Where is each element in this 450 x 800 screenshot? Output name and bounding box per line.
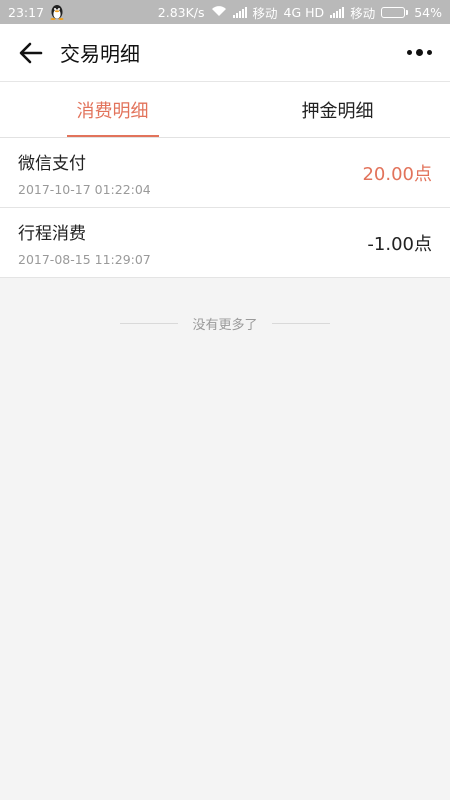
network-type: 4G HD: [283, 4, 325, 20]
page-title: 交易明细: [60, 42, 140, 66]
status-right: 2.83K/s 移动 4G HD 移动 54%: [158, 3, 442, 22]
more-dot-icon: [416, 49, 423, 56]
app-header: 交易明细: [0, 24, 450, 82]
more-dot-icon: [427, 50, 432, 55]
transaction-time: 2017-10-17 01:22:04: [18, 181, 151, 197]
arrow-left-icon: [19, 42, 43, 63]
transaction-amount: 20.00点: [362, 163, 432, 185]
wifi-icon: [211, 5, 227, 20]
end-note-text: 没有更多了: [192, 318, 258, 333]
signal-icon: [232, 6, 247, 18]
list-item-info: 微信支付 2017-10-17 01:22:04: [18, 149, 151, 197]
carrier-1: 移动: [252, 5, 278, 21]
transaction-time: 2017-08-15 11:29:07: [18, 251, 151, 267]
tab-bar: 消费明细 押金明细: [0, 82, 450, 138]
qq-penguin-icon: [50, 4, 64, 20]
carrier-2: 移动: [350, 5, 376, 21]
transaction-name: 行程消费: [18, 223, 86, 244]
status-left: 23:17: [8, 4, 64, 20]
list-item-info: 行程消费 2017-08-15 11:29:07: [18, 219, 151, 267]
list-item[interactable]: 微信支付 2017-10-17 01:22:04 20.00点: [0, 138, 450, 208]
signal-icon-2: [330, 6, 345, 18]
transaction-list: 微信支付 2017-10-17 01:22:04 20.00点 行程消费 201…: [0, 138, 450, 278]
more-dot-icon: [407, 50, 412, 55]
status-bar: 23:17 2.83K/s 移动 4G HD 移动 54%: [0, 0, 450, 24]
divider-line: [271, 323, 330, 324]
end-of-list-note: 没有更多了: [0, 314, 450, 333]
battery-percent: 54%: [414, 4, 442, 20]
battery-icon: [381, 6, 409, 18]
more-button[interactable]: [405, 43, 434, 62]
network-speed: 2.83K/s: [157, 4, 205, 20]
tab-consumption[interactable]: 消费明细: [0, 82, 225, 137]
transaction-amount: -1.00点: [367, 233, 432, 255]
status-time: 23:17: [8, 4, 45, 20]
back-button[interactable]: [16, 38, 46, 68]
tab-deposit[interactable]: 押金明细: [225, 82, 450, 137]
list-item[interactable]: 行程消费 2017-08-15 11:29:07 -1.00点: [0, 208, 450, 278]
divider-line: [120, 323, 179, 324]
transaction-name: 微信支付: [18, 153, 86, 174]
